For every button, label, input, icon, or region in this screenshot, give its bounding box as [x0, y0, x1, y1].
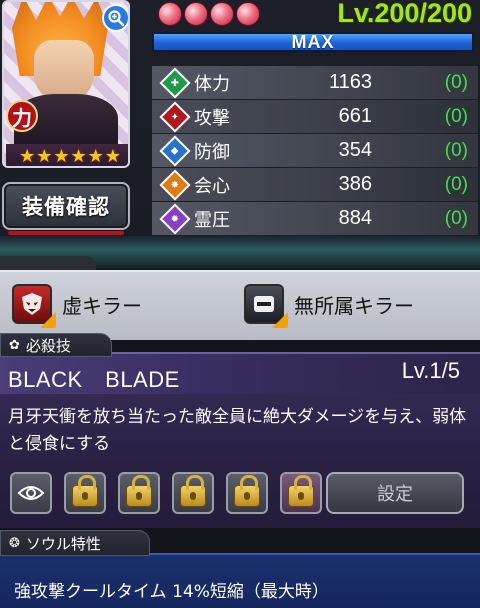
skill-tab: ✿ 必殺技: [0, 333, 112, 357]
hollow-killer-icon: [12, 284, 56, 328]
orb-icon: [236, 2, 260, 26]
star-icon: ★: [36, 146, 53, 167]
equip-button-accent: [8, 231, 124, 235]
stat-bonus: (0): [444, 105, 468, 127]
lock-icon[interactable]: [64, 472, 106, 514]
stat-value: 661: [338, 105, 372, 127]
star-icon: ★: [53, 146, 70, 167]
killer-item-unaffiliated[interactable]: 無所属キラー: [244, 284, 414, 328]
skill-level: Lv.1/5: [401, 358, 460, 383]
character-portrait[interactable]: 力 ★ ★ ★ ★ ★ ★: [2, 0, 130, 168]
star-icon: ★: [87, 146, 104, 167]
stat-row-defense: ◆ 防御 354 (0): [152, 134, 478, 168]
star-icon: ★: [70, 146, 87, 167]
zoom-icon[interactable]: [102, 4, 128, 32]
stat-value: 386: [338, 173, 372, 195]
orb-icon: [158, 2, 182, 26]
soul-trait-panel: 強攻撃クールタイム 14%短縮（最大時）: [0, 553, 480, 608]
skill-settings-button[interactable]: 設定: [326, 472, 464, 514]
soul-tab-label: ソウル特性: [25, 534, 101, 553]
soul-trait-text: 強攻撃クールタイム 14%短縮（最大時）: [14, 582, 329, 602]
stat-bonus: (0): [444, 173, 468, 195]
killer-label: 無所属キラー: [294, 293, 414, 318]
stat-value: 884: [338, 207, 372, 229]
lock-icon[interactable]: [172, 472, 214, 514]
reiatsu-icon: ✹: [159, 202, 191, 235]
skill-description: 月牙天衝を放ち当たった敵全員に絶大ダメージを与え、弱体と侵食にする: [8, 407, 467, 454]
stat-row-hp: ✚ 体力 1163 (0): [152, 66, 478, 100]
stat-row-reiatsu: ✹ 霊圧 884 (0): [152, 202, 478, 236]
killer-item-hollow[interactable]: 虚キラー: [12, 284, 142, 328]
lock-icon[interactable]: [118, 472, 160, 514]
stat-label: 防御: [194, 141, 230, 163]
star-icon: ★: [19, 146, 36, 167]
killer-panel: 虚キラー 無所属キラー: [0, 270, 480, 340]
stat-row-attack: ✦ 攻撃 661 (0): [152, 100, 478, 134]
skill-tab-label: 必殺技: [25, 336, 71, 355]
soul-icon: ❂: [9, 535, 20, 551]
critical-icon: ✸: [159, 168, 191, 201]
character-panel: 力 ★ ★ ★ ★ ★ ★ 装備確認 Lv.200/200 MAX ✚ 体力 1…: [0, 0, 480, 240]
stat-label: 攻撃: [194, 107, 230, 129]
equipment-check-button[interactable]: 装備確認: [2, 182, 130, 230]
lock-icon[interactable]: [226, 472, 268, 514]
killer-label: 虚キラー: [62, 293, 142, 318]
stat-row-critical: ✸ 会心 386 (0): [152, 168, 478, 202]
soul-tab: ❂ ソウル特性: [0, 530, 150, 556]
skill-name: BLACK BLADE: [8, 367, 180, 392]
stat-bonus: (0): [444, 207, 468, 229]
stat-label: 会心: [194, 175, 230, 197]
stats-list: ✚ 体力 1163 (0) ✦ 攻撃 661 (0) ◆ 防御 354 (0) …: [152, 66, 478, 236]
star-icon: ★: [104, 146, 121, 167]
defense-icon: ◆: [159, 134, 191, 167]
stat-bonus: (0): [444, 139, 468, 161]
eye-icon[interactable]: [10, 472, 52, 514]
character-level: Lv.200/200: [337, 0, 472, 28]
special-skill-panel: BLACK BLADE Lv.1/5 月牙天衝を放ち当たった敵全員に絶大ダメージ…: [0, 352, 480, 528]
attack-icon: ✦: [159, 100, 191, 133]
stat-label: 体力: [194, 73, 230, 95]
stat-value: 354: [338, 139, 372, 161]
flame-icon: ✿: [9, 337, 20, 353]
portrait-face: [34, 40, 94, 102]
attribute-badge: 力: [6, 100, 38, 132]
stat-label: 霊圧: [194, 209, 230, 231]
orb-icon: [210, 2, 234, 26]
exp-bar-max: MAX: [152, 32, 474, 52]
lock-icon[interactable]: [280, 472, 322, 514]
awakening-orbs: [158, 2, 260, 26]
stat-bonus: (0): [444, 71, 468, 93]
unaffiliated-killer-icon: [244, 284, 288, 328]
rarity-stars: ★ ★ ★ ★ ★ ★: [6, 144, 128, 167]
hp-icon: ✚: [159, 66, 191, 99]
link-slots: [10, 472, 322, 514]
stat-value: 1163: [328, 71, 372, 93]
orb-icon: [184, 2, 208, 26]
